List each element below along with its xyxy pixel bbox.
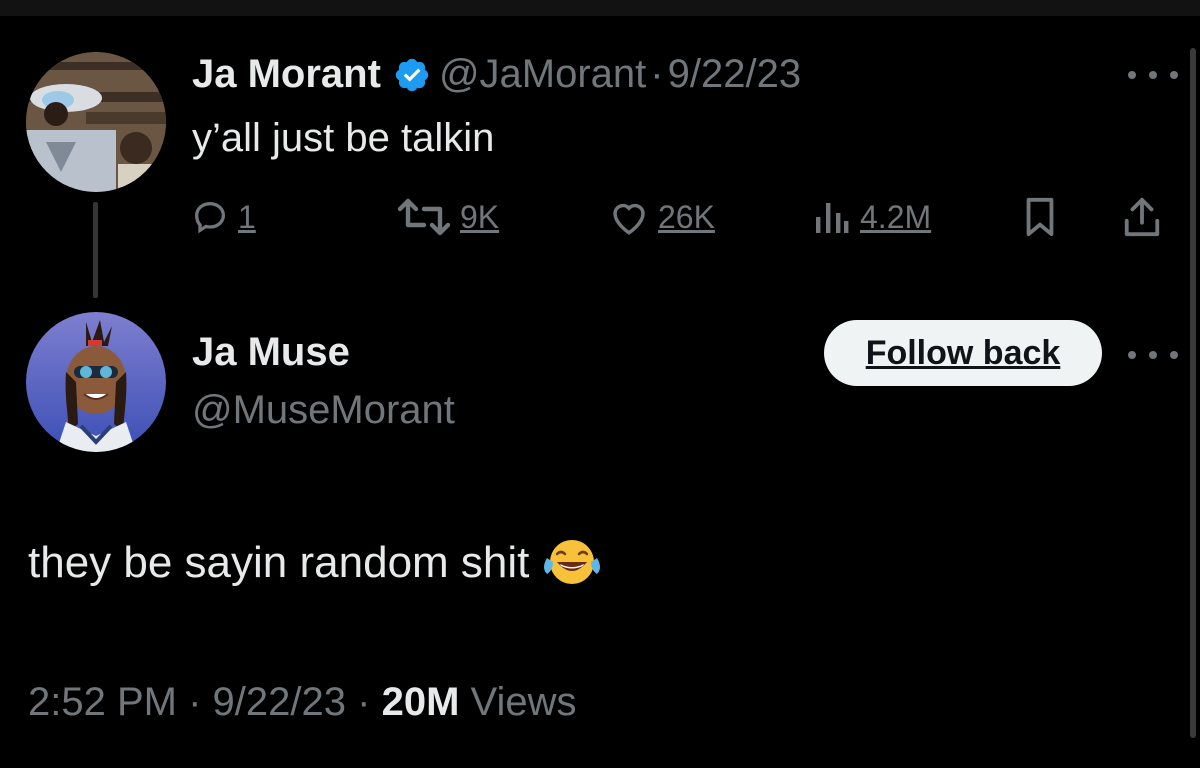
avatar-ja-muse[interactable]	[26, 312, 166, 452]
reply-button[interactable]: 1	[190, 194, 256, 240]
cartoon-avatar-icon	[26, 312, 166, 452]
separator-dot: ·	[650, 52, 664, 96]
like-button[interactable]: 26K	[608, 194, 715, 240]
tweet-header: Ja Morant @JaMorant · 9/22/23	[192, 52, 801, 97]
dot-icon	[1170, 71, 1178, 79]
top-strip	[0, 0, 1200, 16]
dot-icon	[1149, 351, 1157, 359]
reply-count: 1	[238, 198, 256, 235]
dot-icon	[1170, 351, 1178, 359]
retweet-button[interactable]: 9K	[396, 194, 499, 240]
dot-icon	[1128, 71, 1136, 79]
share-button[interactable]	[1120, 194, 1164, 240]
reply-text-row: they be sayin random shit	[28, 538, 601, 588]
views-count: 4.2M	[860, 198, 932, 235]
profile-photo-icon	[26, 52, 166, 192]
tweet-meta: 2:52 PM · 9/22/23 · 20M Views	[28, 680, 577, 725]
reply-icon	[194, 201, 226, 234]
tweet-time[interactable]: 2:52 PM	[28, 680, 177, 724]
reply-author-handle[interactable]: @MuseMorant	[192, 388, 455, 433]
share-icon	[1124, 197, 1160, 237]
avatar-ja-morant[interactable]	[26, 52, 166, 192]
reply-text: they be sayin random shit	[28, 538, 530, 587]
separator-dot: ·	[188, 680, 202, 724]
views-button[interactable]: 4.2M	[812, 194, 931, 240]
scrollbar[interactable]	[1190, 48, 1196, 738]
tweet-date[interactable]: 9/22/23	[668, 52, 801, 97]
views-count[interactable]: 20M	[382, 680, 460, 724]
reply-author-name[interactable]: Ja Muse	[192, 330, 350, 375]
views-label: Views	[470, 680, 577, 724]
more-options-button[interactable]	[1128, 60, 1178, 90]
retweet-count: 9K	[460, 198, 500, 235]
like-count: 26K	[658, 198, 715, 235]
bookmark-icon	[1026, 197, 1054, 237]
thread-line	[93, 202, 98, 298]
verified-badge-icon	[393, 56, 431, 94]
separator-dot: ·	[357, 680, 371, 724]
author-name[interactable]: Ja Morant	[192, 52, 381, 97]
face-with-tears-of-joy-icon	[543, 538, 601, 588]
bookmark-button[interactable]	[1020, 194, 1060, 240]
analytics-icon	[816, 203, 849, 233]
tweet-date[interactable]: 9/22/23	[213, 680, 346, 724]
follow-back-button[interactable]: Follow back	[824, 320, 1102, 386]
author-handle[interactable]: @JaMorant	[439, 52, 646, 97]
more-options-button[interactable]	[1128, 340, 1178, 370]
tweet-text: y’all just be talkin	[192, 116, 495, 160]
dot-icon	[1149, 71, 1157, 79]
retweet-icon	[397, 198, 451, 236]
dot-icon	[1128, 351, 1136, 359]
heart-icon	[613, 203, 645, 235]
